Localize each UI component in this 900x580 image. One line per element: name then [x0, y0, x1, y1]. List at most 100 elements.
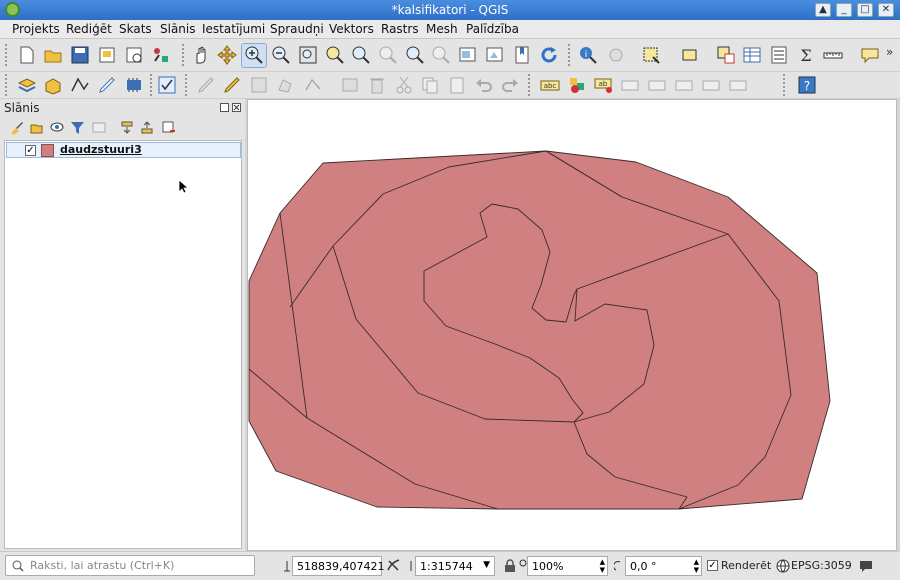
toolbar-handle[interactable] — [783, 74, 786, 96]
attribute-table-icon[interactable] — [742, 45, 762, 65]
refresh-icon[interactable] — [539, 45, 559, 65]
statistical-summary-icon[interactable]: Σ — [796, 45, 816, 65]
menu-palidziba[interactable]: Palīdzība — [466, 22, 519, 36]
close-button[interactable]: ✕ — [878, 3, 894, 17]
digitize-pen-icon[interactable] — [97, 75, 117, 95]
zoom-last-icon[interactable] — [405, 45, 425, 65]
menu-iestatijumi[interactable]: Iestatījumi — [202, 22, 265, 36]
cut-features-icon — [396, 76, 412, 94]
help-icon[interactable]: ? — [797, 75, 817, 95]
pin-unpin-labels-icon[interactable]: ab — [594, 75, 614, 95]
toolbar-handle[interactable] — [150, 74, 153, 96]
messages-icon[interactable] — [858, 558, 874, 574]
zoom-to-layer-icon[interactable] — [351, 45, 371, 65]
layer-tree: ✓ daudzstuuri3 — [4, 140, 242, 549]
select-features-icon[interactable] — [641, 45, 661, 65]
layer-symbol-swatch[interactable] — [41, 144, 54, 157]
menu-slanis[interactable]: Slānis — [160, 22, 196, 36]
save-project-icon[interactable] — [70, 45, 90, 65]
new-print-layout-icon[interactable] — [97, 45, 117, 65]
render-checkbox[interactable]: ✓ — [707, 560, 718, 571]
style-manager-icon[interactable] — [151, 45, 171, 65]
svg-text:i: i — [585, 50, 588, 60]
layer-visibility-checkbox[interactable]: ✓ — [25, 145, 36, 156]
expand-all-icon[interactable] — [120, 120, 135, 135]
spinbox-arrows-icon[interactable]: ▲ ▼ — [694, 558, 699, 574]
delete-selected-icon — [370, 78, 384, 94]
layer-styling-icon[interactable] — [9, 120, 24, 135]
collapse-all-icon[interactable] — [140, 120, 155, 135]
pan-to-selection-icon[interactable] — [217, 45, 237, 65]
zoom-next-icon — [432, 46, 450, 64]
scale-combobox[interactable]: 1:315744 ▼ — [415, 556, 495, 576]
lock-scale-icon[interactable] — [504, 559, 516, 573]
select-by-value-icon[interactable] — [680, 45, 700, 65]
menu-rediget[interactable]: Rediģēt — [66, 22, 112, 36]
pan-hand-icon[interactable] — [191, 45, 211, 65]
maximize-button[interactable]: □ — [857, 3, 873, 17]
menu-vektors[interactable]: Vektors — [329, 22, 374, 36]
locator-search-input[interactable]: Raksti, lai atrastu (Ctrl+K) — [5, 555, 255, 576]
field-calculator-icon[interactable] — [769, 45, 789, 65]
show-hide-labels-icon — [648, 80, 666, 91]
digitize-vertex-icon[interactable] — [70, 75, 90, 95]
identify-features-icon[interactable]: i — [578, 45, 598, 65]
new-geopackage-layer-icon[interactable] — [43, 75, 63, 95]
title-bar: *kalsifikatori - QGIS ▲ _ □ ✕ — [0, 0, 900, 20]
toolbar-handle[interactable] — [5, 74, 8, 96]
zoom-out-icon[interactable] — [271, 45, 291, 65]
rotation-icon — [614, 561, 621, 571]
map-canvas[interactable] — [247, 99, 897, 551]
menu-mesh[interactable]: Mesh — [426, 22, 458, 36]
layer-diagram-icon[interactable] — [567, 75, 587, 95]
open-project-icon[interactable] — [43, 45, 63, 65]
keep-above-icon[interactable]: ▲ — [815, 3, 831, 17]
new-3d-map-view-icon[interactable] — [485, 45, 505, 65]
filter-legend-icon[interactable] — [70, 120, 85, 135]
toolbar-overflow-chevron[interactable]: » — [886, 45, 893, 59]
edit-pencil-icon[interactable] — [222, 75, 242, 95]
toggle-extent-icon[interactable] — [386, 558, 401, 573]
toolbar-handle[interactable] — [185, 74, 188, 96]
layer-labeling-icon[interactable]: abc — [540, 75, 560, 95]
menu-rastrs[interactable]: Rastrs — [381, 22, 419, 36]
toolbar-handle[interactable] — [5, 44, 8, 66]
bookmarks-icon[interactable] — [512, 45, 532, 65]
render-label: Renderēt — [721, 559, 772, 572]
chevron-down-icon[interactable]: ▼ — [483, 560, 490, 570]
close-panel-icon[interactable] — [232, 103, 241, 112]
measure-line-icon[interactable] — [823, 45, 843, 65]
spinbox-arrows-icon[interactable]: ▲ ▼ — [600, 558, 605, 574]
data-source-manager-icon[interactable] — [17, 75, 37, 95]
deselect-all-icon[interactable] — [716, 45, 736, 65]
layer-name[interactable]: daudzstuuri3 — [60, 143, 142, 156]
new-project-icon[interactable] — [17, 45, 37, 65]
toolbar-handle[interactable] — [568, 44, 571, 66]
new-map-view-icon[interactable] — [458, 45, 478, 65]
map-tips-icon[interactable] — [860, 45, 880, 65]
magnifier-spinbox[interactable]: 100% ▲ ▼ — [527, 556, 608, 576]
manage-visibility-icon[interactable] — [50, 120, 65, 135]
toolbar-handle[interactable] — [182, 44, 185, 66]
zoom-to-selection-icon[interactable] — [325, 45, 345, 65]
menu-projekts[interactable]: Projekts — [12, 22, 60, 36]
toolbar-handle[interactable] — [528, 74, 531, 96]
add-group-icon[interactable] — [29, 120, 44, 135]
zoom-full-icon[interactable] — [298, 45, 318, 65]
remove-layer-icon[interactable] — [161, 120, 176, 135]
temporary-scratch-layer-icon[interactable] — [124, 75, 144, 95]
zoom-in-icon[interactable] — [244, 45, 264, 65]
menu-spraudni[interactable]: Spraudņi — [270, 22, 324, 36]
crs-label[interactable]: EPSG:3059 — [791, 559, 852, 572]
crs-globe-icon[interactable] — [776, 559, 790, 573]
map-polygons[interactable] — [248, 100, 898, 552]
current-edits-icon[interactable] — [157, 75, 177, 95]
rotation-spinbox[interactable]: 0,0 ° ▲ ▼ — [625, 556, 702, 576]
minimize-button[interactable]: _ — [836, 3, 852, 17]
float-panel-icon[interactable] — [220, 103, 229, 112]
layout-manager-icon[interactable] — [124, 45, 144, 65]
menu-skats[interactable]: Skats — [119, 22, 152, 36]
layer-row[interactable]: ✓ daudzstuuri3 — [6, 142, 241, 158]
polygon-feature — [248, 150, 831, 510]
coordinate-field[interactable]: 518839,407421 — [292, 556, 384, 576]
